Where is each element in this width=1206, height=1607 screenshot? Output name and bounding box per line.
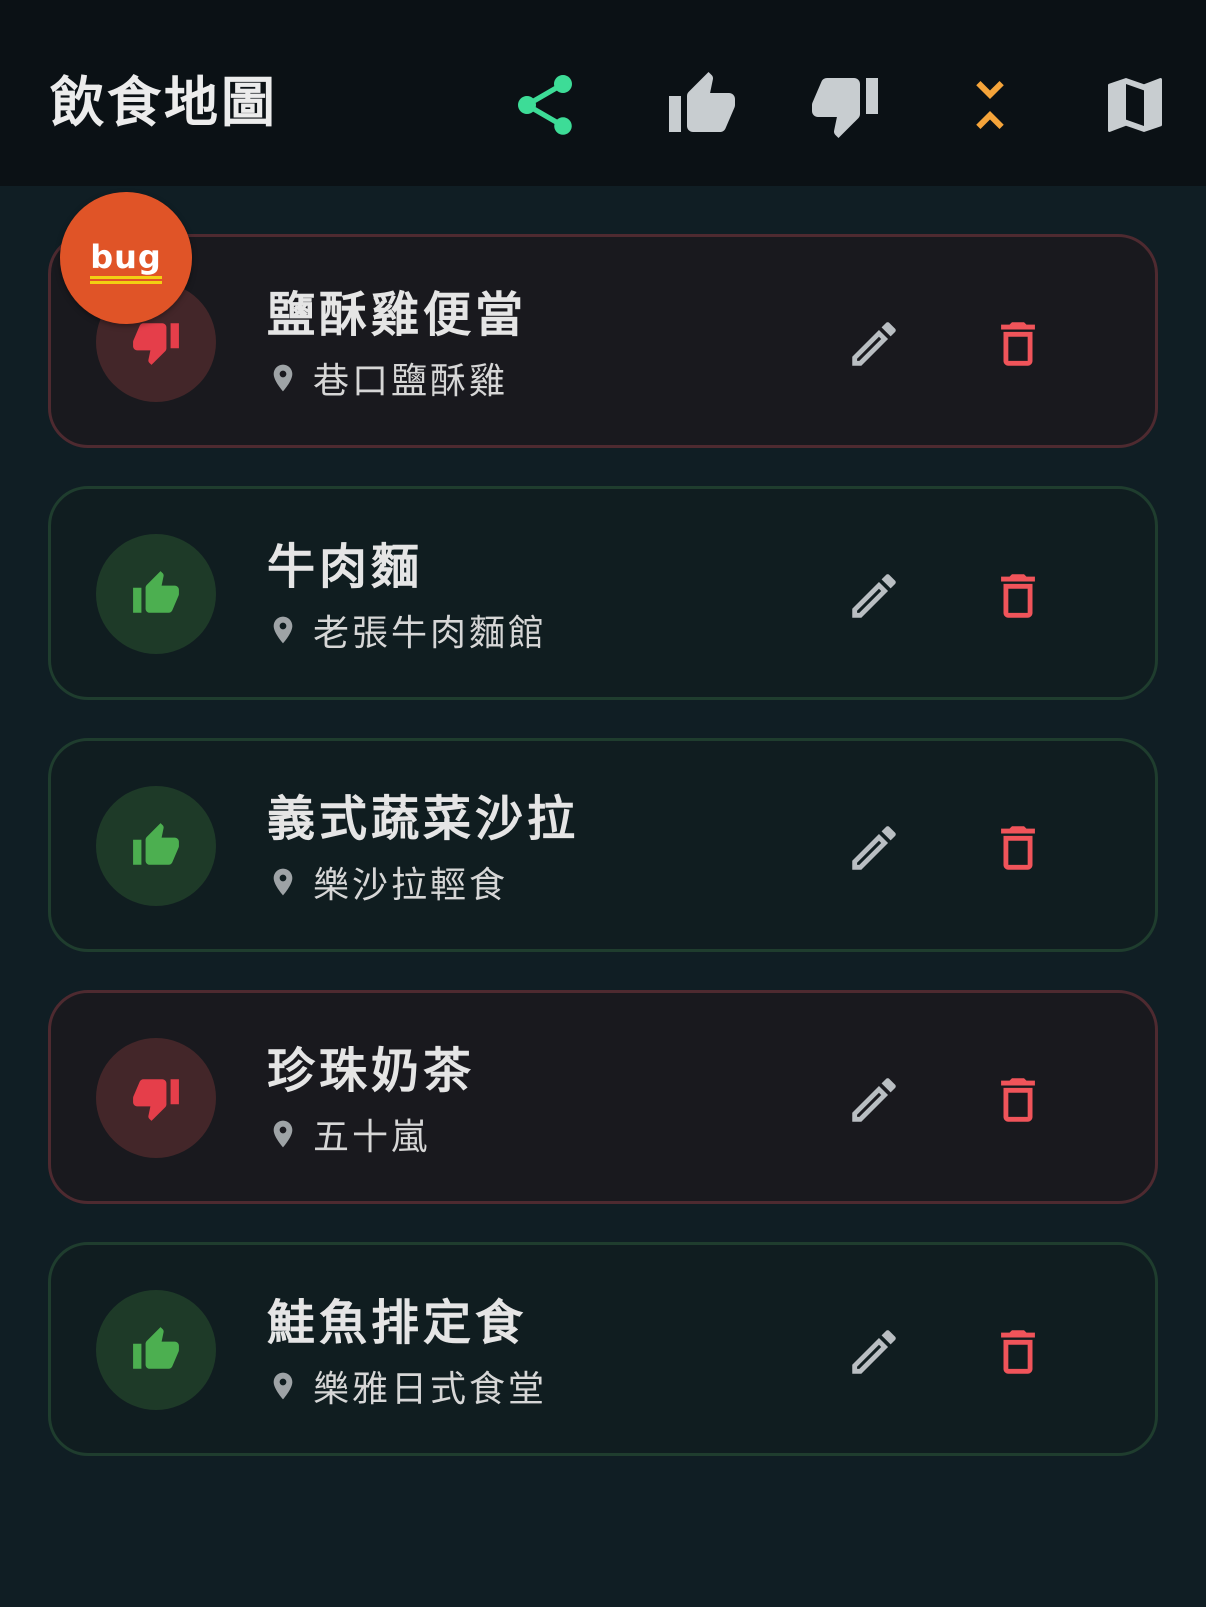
filter-dislike-button[interactable] [800,60,890,150]
edit-button[interactable] [829,551,919,641]
entry-title: 牛肉麵 [267,539,424,595]
entry-title: 鮭魚排定食 [267,1295,528,1351]
thumb-down-icon [133,1079,179,1121]
pencil-icon [852,1078,896,1122]
thumb-up-icon [133,823,179,865]
pencil-icon [852,1330,896,1374]
pencil-icon [852,826,896,870]
edit-button[interactable] [829,299,919,389]
trash-icon [1001,322,1035,366]
filter-like-button[interactable] [657,60,747,150]
thumb-up-icon [133,571,179,613]
entry-location-text: 老張牛肉麵館 [313,613,548,654]
location-pin-icon [267,614,299,646]
map-icon [1108,78,1162,132]
entry-location: 樂沙拉輕食 [267,857,508,907]
entry-card[interactable]: 義式蔬菜沙拉 樂沙拉輕食 [48,738,1158,952]
bug-label: bug [90,238,162,284]
location-pin-icon [267,1370,299,1402]
edit-button[interactable] [829,803,919,893]
delete-button[interactable] [973,299,1063,389]
delete-button[interactable] [973,803,1063,893]
entry-card[interactable]: 珍珠奶茶 五十嵐 [48,990,1158,1204]
pencil-icon [852,322,896,366]
entry-title: 鹽酥雞便當 [267,287,528,343]
entry-location: 五十嵐 [267,1109,430,1159]
collapse-button[interactable] [945,60,1035,150]
rating-badge[interactable] [96,534,216,654]
trash-icon [1001,1330,1035,1374]
entry-location-text: 巷口鹽酥雞 [313,361,509,402]
edit-button[interactable] [829,1055,919,1145]
location-pin-icon [267,866,299,898]
rating-badge[interactable] [96,1038,216,1158]
thumb-down-icon [812,78,878,138]
entry-location: 樂雅日式食堂 [267,1361,547,1411]
entry-location-text: 樂沙拉輕食 [313,865,509,906]
thumb-down-icon [133,323,179,365]
rating-badge[interactable] [96,1290,216,1410]
delete-button[interactable] [973,1055,1063,1145]
entry-location: 巷口鹽酥雞 [267,353,508,403]
collapse-icon [976,81,1004,129]
debug-bug-button[interactable]: bug [60,192,192,324]
location-pin-icon [267,1118,299,1150]
edit-button[interactable] [829,1307,919,1397]
rating-badge[interactable] [96,786,216,906]
share-button[interactable] [500,60,590,150]
trash-icon [1001,1078,1035,1122]
delete-button[interactable] [973,1307,1063,1397]
entry-card[interactable]: 鮭魚排定食 樂雅日式食堂 [48,1242,1158,1456]
pencil-icon [852,574,896,618]
entry-card[interactable]: 牛肉麵 老張牛肉麵館 [48,486,1158,700]
entry-card[interactable]: 鹽酥雞便當 巷口鹽酥雞 [48,234,1158,448]
map-button[interactable] [1090,60,1180,150]
entry-location-text: 樂雅日式食堂 [313,1369,548,1410]
thumb-up-icon [669,72,735,132]
entry-title: 珍珠奶茶 [267,1043,476,1099]
location-pin-icon [267,362,299,394]
app-bar: 飲食地圖 [0,0,1206,186]
trash-icon [1001,826,1035,870]
entry-location: 老張牛肉麵館 [267,605,547,655]
delete-button[interactable] [973,551,1063,641]
app-title: 飲食地圖 [50,71,278,134]
entry-title: 義式蔬菜沙拉 [267,791,580,847]
share-icon [518,75,572,135]
thumb-up-icon [133,1327,179,1369]
entry-location-text: 五十嵐 [313,1117,431,1158]
trash-icon [1001,574,1035,618]
